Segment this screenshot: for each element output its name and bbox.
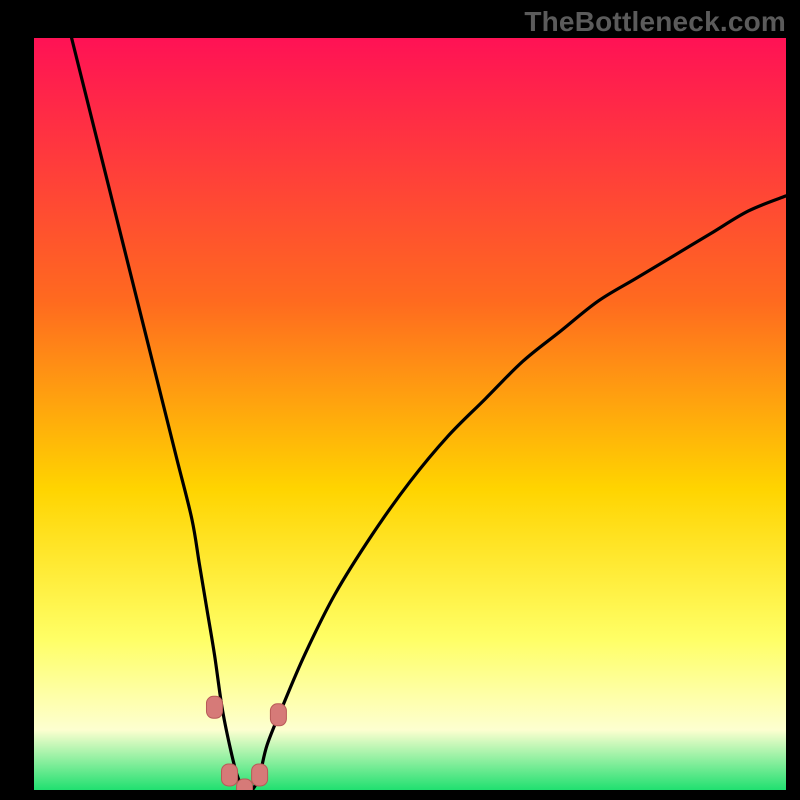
curve-marker [237,779,253,790]
curve-marker [206,696,222,718]
curve-marker [270,704,286,726]
curve-marker [222,764,238,786]
plot-background [34,38,786,790]
chart-frame: TheBottleneck.com [0,0,800,800]
watermark-text: TheBottleneck.com [524,6,786,38]
bottleneck-plot [34,38,786,790]
curve-marker [252,764,268,786]
